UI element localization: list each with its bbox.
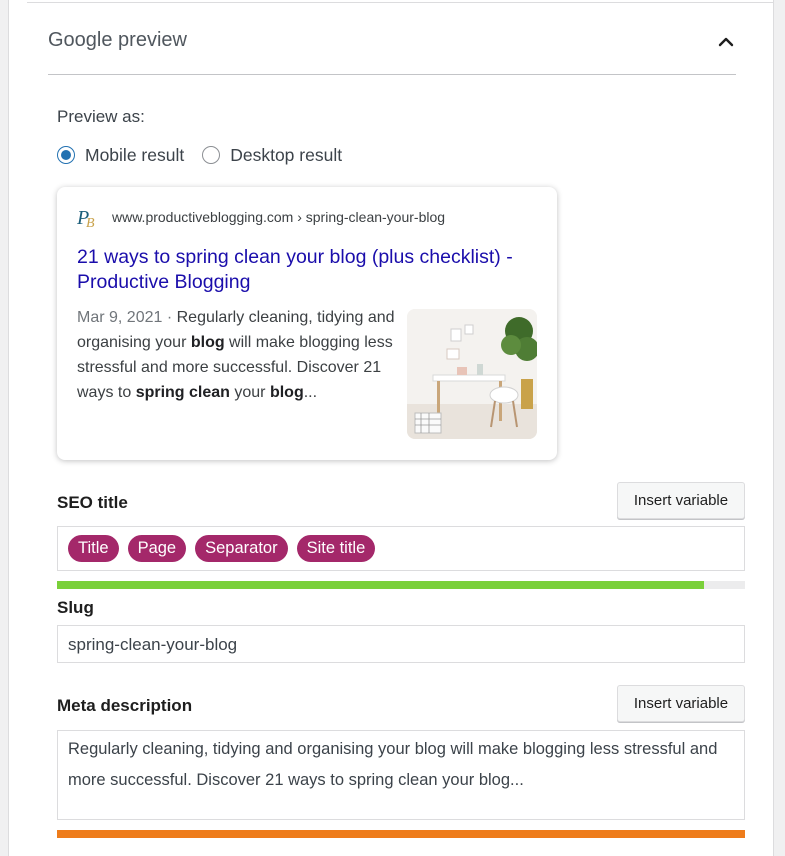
serp-desc-bold: blog [269, 384, 304, 401]
radio-desktop-result[interactable]: Desktop result [202, 145, 342, 166]
radio-mobile-result[interactable]: Mobile result [57, 145, 184, 166]
variable-tag-page[interactable]: Page [127, 535, 187, 562]
seo-title-tags: Title Page Separator Site title [58, 527, 744, 570]
meta-description-length-progress [57, 830, 745, 838]
preview-as-label: Preview as: [57, 107, 145, 126]
meta-description-textarea[interactable]: Regularly cleaning, tidying and organisi… [57, 730, 745, 820]
svg-text:B: B [86, 216, 95, 229]
meta-progress-fill [57, 830, 745, 838]
panel-top-border [27, 2, 773, 3]
seo-title-length-progress [57, 581, 745, 589]
variable-tag-separator[interactable]: Separator [195, 535, 288, 562]
preview-mode-radio-group: Mobile result Desktop result [57, 143, 360, 167]
slug-value: spring-clean-your-blog [68, 635, 238, 654]
meta-insert-variable-button[interactable]: Insert variable [617, 685, 745, 722]
serp-description: Mar 9, 2021 · Regularly cleaning, tidyin… [77, 305, 395, 405]
serp-desc-text: your [229, 384, 270, 401]
serp-desc-bold: spring clean [135, 384, 230, 401]
radio-button-mobile[interactable] [57, 146, 75, 164]
meta-description-label: Meta description [57, 696, 193, 715]
google-preview-header[interactable]: Google preview [48, 26, 736, 75]
seo-title-label: SEO title [57, 493, 128, 512]
section-title: Google preview [48, 29, 187, 51]
meta-description-value: Regularly cleaning, tidying and organisi… [68, 740, 718, 789]
desk-scene-illustration [407, 309, 537, 439]
serp-thumbnail-image [407, 309, 537, 439]
radio-label-mobile: Mobile result [85, 144, 185, 165]
serp-desc-bold: blog [190, 334, 225, 351]
slug-input[interactable]: spring-clean-your-blog [57, 625, 745, 663]
seo-title-progress-fill [57, 581, 704, 589]
serp-desc-text: ... [303, 384, 318, 401]
site-favicon-icon: P B [77, 207, 95, 229]
seo-title-input[interactable]: Title Page Separator Site title [57, 526, 745, 571]
variable-tag-site-title[interactable]: Site title [296, 535, 376, 562]
serp-url: www.productiveblogging.com › spring-clea… [112, 209, 446, 225]
mobile-serp-preview: P B www.productiveblogging.com › spring-… [57, 187, 557, 460]
variable-tag-title[interactable]: Title [68, 535, 119, 562]
slug-label: Slug [57, 598, 94, 617]
seo-title-insert-variable-button[interactable]: Insert variable [617, 482, 745, 519]
radio-label-desktop: Desktop result [230, 144, 343, 165]
radio-button-desktop[interactable] [202, 146, 221, 164]
serp-title[interactable]: 21 ways to spring clean your blog (plus … [77, 245, 537, 295]
chevron-up-icon[interactable] [718, 34, 734, 50]
serp-date: Mar 9, 2021 · [77, 309, 177, 326]
